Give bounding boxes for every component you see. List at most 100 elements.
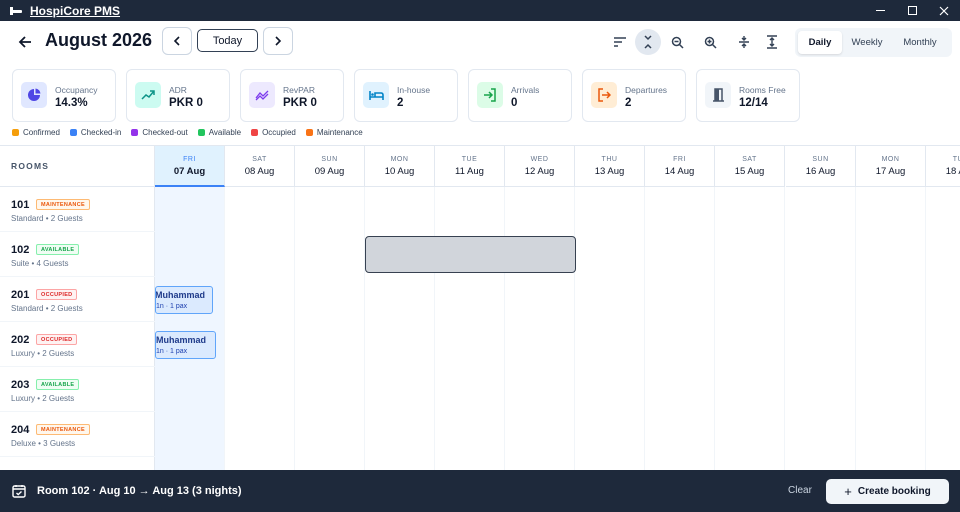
legend-swatch bbox=[12, 129, 19, 136]
compress-rows-button[interactable] bbox=[731, 29, 757, 55]
arrow-left-icon bbox=[18, 36, 31, 48]
day-header[interactable]: FRI 07 Aug bbox=[155, 146, 225, 187]
kpi-card-occupancy: Occupancy 14.3% bbox=[12, 69, 116, 122]
day-header[interactable]: SUN 16 Aug bbox=[786, 146, 856, 187]
day-header[interactable]: MON 10 Aug bbox=[365, 146, 435, 187]
zoom-out-icon bbox=[671, 36, 684, 49]
room-number: 203 bbox=[11, 379, 30, 391]
room-row-201[interactable]: 201 OCCUPIED Standard • 2 Guests bbox=[0, 277, 155, 322]
day-name: THU bbox=[601, 156, 618, 163]
zoom-out-button[interactable] bbox=[664, 29, 690, 55]
status-badge: OCCUPIED bbox=[36, 334, 78, 345]
compress-icon bbox=[739, 36, 749, 48]
room-row-102[interactable]: 102 AVAILABLE Suite • 4 Guests bbox=[0, 232, 155, 277]
maximize-icon bbox=[907, 6, 917, 15]
day-column bbox=[505, 187, 575, 470]
day-header[interactable]: WED 12 Aug bbox=[505, 146, 575, 187]
day-name: FRI bbox=[183, 156, 196, 163]
kpi-value: 14.3% bbox=[55, 97, 88, 109]
day-date: 17 Aug bbox=[875, 166, 906, 177]
close-button[interactable] bbox=[928, 0, 960, 21]
booking-guest: Muhammad bbox=[156, 335, 207, 345]
day-date: 10 Aug bbox=[384, 166, 415, 177]
day-column bbox=[786, 187, 856, 470]
day-name: SUN bbox=[812, 156, 829, 163]
bed-icon bbox=[363, 82, 389, 108]
status-badge: AVAILABLE bbox=[36, 244, 80, 255]
expand-rows-button[interactable] bbox=[759, 29, 785, 55]
legend-label: Checked-in bbox=[80, 128, 122, 137]
day-name: SAT bbox=[252, 156, 267, 163]
selection-bar: Room 102 · Aug 10 → Aug 13 (3 nights) Cl… bbox=[0, 470, 960, 512]
status-badge: AVAILABLE bbox=[36, 379, 80, 390]
trend-line-icon bbox=[249, 82, 275, 108]
kpi-value: 0 bbox=[511, 97, 518, 109]
day-column bbox=[926, 187, 960, 470]
kpi-label: Occupancy bbox=[55, 85, 98, 95]
room-row-101[interactable]: 101 MAINTENANCE Standard • 2 Guests bbox=[0, 187, 155, 232]
room-number: 204 bbox=[11, 424, 30, 436]
kpi-label: Rooms Free bbox=[739, 85, 786, 95]
legend-swatch bbox=[197, 129, 205, 136]
kpi-label: RevPAR bbox=[283, 85, 315, 95]
sort-button[interactable] bbox=[607, 29, 633, 55]
room-row-204[interactable]: 204 MAINTENANCE Deluxe • 3 Guests bbox=[0, 412, 155, 457]
back-button[interactable] bbox=[14, 31, 36, 53]
legend-label: Confirmed bbox=[23, 128, 60, 137]
day-name: WED bbox=[530, 156, 549, 163]
day-header[interactable]: FRI 14 Aug bbox=[645, 146, 715, 187]
day-column bbox=[365, 187, 435, 470]
room-description: Deluxe • 3 Guests bbox=[11, 439, 76, 448]
create-booking-button[interactable]: + Create booking bbox=[826, 479, 949, 504]
room-row-203[interactable]: 203 AVAILABLE Luxury • 2 Guests bbox=[0, 367, 155, 412]
kpi-value: PKR 0 bbox=[283, 97, 317, 109]
day-column bbox=[645, 187, 715, 470]
maximize-button[interactable] bbox=[896, 0, 928, 21]
collapse-button[interactable] bbox=[635, 29, 661, 55]
day-date: 12 Aug bbox=[524, 166, 555, 177]
kpi-label: Arrivals bbox=[511, 85, 540, 95]
prev-month-button[interactable] bbox=[162, 27, 192, 55]
date-range-selection[interactable] bbox=[365, 236, 576, 273]
room-description: Luxury • 2 Guests bbox=[11, 394, 75, 403]
view-weekly-button[interactable]: Weekly bbox=[842, 31, 892, 54]
day-date: 14 Aug bbox=[664, 166, 695, 177]
kpi-card-revpar: RevPAR PKR 0 bbox=[240, 69, 344, 122]
collapse-icon bbox=[644, 35, 652, 49]
calendar-check-icon bbox=[12, 485, 26, 498]
day-header[interactable]: SAT 08 Aug bbox=[225, 146, 295, 187]
day-header[interactable]: SAT 15 Aug bbox=[715, 146, 785, 187]
legend-swatch bbox=[305, 129, 313, 136]
day-column bbox=[435, 187, 505, 470]
legend-item: Checked-out bbox=[131, 128, 188, 137]
legend-item: Available bbox=[197, 128, 241, 137]
booking-block[interactable]: Muhammad 1n · 1 pax bbox=[155, 286, 213, 314]
view-monthly-button[interactable]: Monthly bbox=[892, 31, 948, 54]
booking-block[interactable]: Muhammad 1n · 1 pax bbox=[155, 331, 216, 359]
booking-guest: Muhammad bbox=[155, 290, 206, 300]
day-header[interactable]: TUE 18 Aug bbox=[926, 146, 960, 187]
kpi-card-arrivals: Arrivals 0 bbox=[468, 69, 572, 122]
minimize-button[interactable] bbox=[864, 0, 896, 21]
clear-button[interactable]: Clear bbox=[788, 485, 812, 496]
booking-meta: 1n · 1 pax bbox=[156, 348, 188, 355]
day-header[interactable]: THU 13 Aug bbox=[575, 146, 645, 187]
zoom-in-button[interactable] bbox=[697, 29, 723, 55]
chevron-right-icon bbox=[275, 36, 282, 46]
selection-summary: Room 102 · Aug 10 → Aug 13 (3 nights) bbox=[37, 485, 242, 497]
expand-icon bbox=[767, 35, 777, 49]
today-button[interactable]: Today bbox=[197, 29, 258, 52]
day-header[interactable]: SUN 09 Aug bbox=[295, 146, 365, 187]
legend-item: Occupied bbox=[251, 128, 296, 137]
status-legend: Confirmed Checked-in Checked-out Available O… bbox=[12, 128, 363, 137]
room-row-202[interactable]: 202 OCCUPIED Luxury • 2 Guests bbox=[0, 322, 155, 367]
day-name: MON bbox=[881, 156, 900, 163]
view-daily-button[interactable]: Daily bbox=[798, 31, 842, 54]
kpi-card-in-house: In-house 2 bbox=[354, 69, 458, 122]
legend-swatch bbox=[69, 129, 77, 136]
day-header[interactable]: MON 17 Aug bbox=[856, 146, 926, 187]
next-month-button[interactable] bbox=[263, 27, 293, 55]
day-column bbox=[155, 187, 225, 470]
day-header[interactable]: TUE 11 Aug bbox=[435, 146, 505, 187]
day-date: 08 Aug bbox=[244, 166, 275, 177]
